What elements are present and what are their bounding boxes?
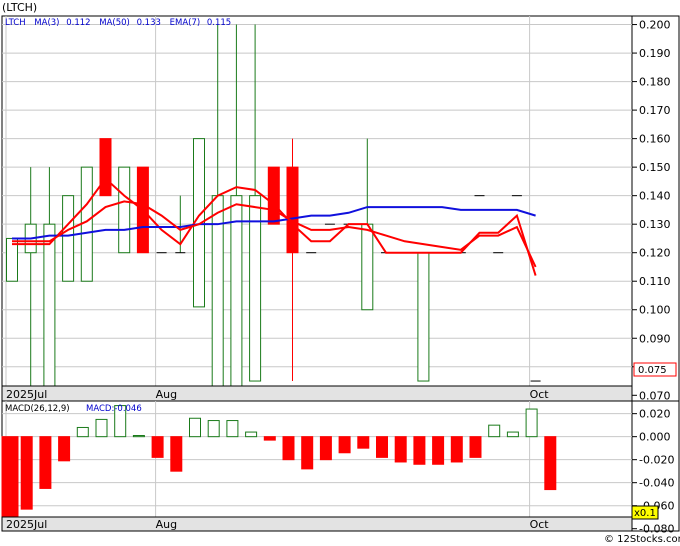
svg-text:MACD:-0.046: MACD:-0.046: [86, 404, 142, 414]
candle-body: [99, 138, 112, 197]
macd-bar: [450, 436, 463, 463]
legend-ema-label: EMA(7): [170, 18, 201, 28]
legend-ma50-value: 0.133: [137, 18, 161, 28]
legend-ema-value: 0.115: [207, 18, 231, 28]
macd-x-label: Aug: [156, 518, 177, 531]
macd-bar: [39, 436, 52, 489]
macd-tick-label: 0.020: [639, 408, 671, 421]
candle-body: [267, 166, 280, 225]
candle-body: [286, 166, 299, 254]
candle-body: [211, 195, 224, 396]
macd-bar: [525, 408, 538, 438]
macd-bar: [151, 436, 164, 458]
price-panel: 0.200 0.190 0.180 0.170 0.160 0.150 0.140 0.130…: [1, 15, 680, 402]
macd-tick-label: -0.040: [639, 477, 674, 490]
macd-bar: [170, 436, 183, 472]
macd-bar: [58, 436, 71, 462]
price-tick-label: 0.200: [639, 19, 671, 32]
last-price-value: 0.075: [638, 365, 667, 376]
macd-x-label: 2025Jul: [6, 518, 47, 531]
macd-bar: [506, 431, 519, 438]
price-tick-label: 0.160: [639, 133, 671, 146]
macd-tick-label: -0.020: [639, 454, 674, 467]
macd-bar: [76, 426, 89, 438]
macd-bar: [488, 424, 501, 438]
chart-title: (LTCH): [2, 1, 37, 14]
candle-body: [249, 195, 262, 382]
legend-ma3-value: 0.112: [66, 18, 90, 28]
price-x-label: Oct: [530, 388, 550, 401]
candle-body: [361, 223, 374, 311]
macd-bar: [544, 436, 557, 491]
macd-legend-value-label: MACD:: [86, 404, 114, 414]
price-tick-label: 0.140: [639, 190, 671, 203]
price-tick-label: 0.070: [639, 389, 671, 402]
price-tick-label: 0.130: [639, 218, 671, 231]
candle-body: [230, 195, 243, 396]
svg-text:LTCH MA(3) 0.1: LTCH MA(3) 0.112 MA(50) 0.133 EMA(7) 0.1…: [5, 18, 231, 28]
macd-tick-label: 0.000: [639, 431, 671, 444]
stock-chart: (LTCH) 0.200 0.190 0.180 0.170 0.160 0.150 0.1…: [0, 0, 680, 546]
macd-bar: [245, 431, 258, 438]
price-tick-label: 0.100: [639, 304, 671, 317]
macd-scale-label: x0.1: [634, 508, 656, 519]
macd-bar: [189, 417, 201, 438]
macd-bar: [282, 436, 295, 461]
candle-body: [417, 252, 430, 382]
price-tick-label: 0.180: [639, 76, 671, 89]
macd-bar: [394, 436, 407, 463]
macd-legend-value: -0.046: [114, 404, 141, 414]
candle-body: [62, 195, 75, 282]
legend-symbol: LTCH: [5, 18, 26, 28]
macd-bar: [376, 436, 388, 458]
macd-bar: [469, 436, 482, 458]
macd-bar: [226, 420, 239, 438]
legend-ma50-label: MA(50): [99, 18, 130, 28]
macd-bar: [1, 436, 19, 518]
macd-bar: [132, 435, 145, 438]
price-tick-label: 0.170: [639, 104, 671, 117]
price-legend: LTCH MA(3) 0.112 MA(50) 0.133 EMA(7) 0.1…: [5, 18, 231, 28]
macd-bar: [207, 420, 220, 438]
price-tick-label: 0.090: [639, 332, 671, 345]
macd-legend-label: MACD(26,12,9): [5, 404, 70, 414]
macd-bar: [338, 436, 351, 454]
macd-bar: [357, 436, 370, 449]
watermark: © 12Stocks.com: [604, 534, 680, 545]
candle-body: [118, 166, 131, 254]
price-x-label: Aug: [156, 388, 177, 401]
macd-scale-badge: x0.1: [631, 505, 659, 520]
macd-bar: [319, 436, 332, 461]
price-x-axis: 2025Jul Aug Oct: [1, 385, 633, 402]
macd-bar: [263, 436, 276, 441]
macd-bar: [20, 436, 33, 510]
macd-bar: [301, 436, 314, 470]
last-price-badge: 0.075: [633, 362, 677, 377]
candle-body: [43, 223, 56, 396]
macd-bar: [432, 436, 445, 465]
macd-bar: [413, 436, 426, 465]
macd-x-axis: 2025Jul Aug Oct: [1, 516, 633, 532]
legend-ma3-label: MA(3): [34, 18, 59, 28]
price-x-label: 2025Jul: [6, 388, 47, 401]
price-tick-label: 0.150: [639, 161, 671, 174]
price-tick-label: 0.120: [639, 247, 671, 260]
price-tick-label: 0.190: [639, 47, 671, 60]
macd-x-label: Oct: [530, 518, 550, 531]
macd-panel: 0.0200.000-0.020-0.040-0.060-0.080 MACD(…: [1, 400, 680, 536]
price-tick-label: 0.110: [639, 275, 671, 288]
macd-bar: [95, 418, 108, 438]
